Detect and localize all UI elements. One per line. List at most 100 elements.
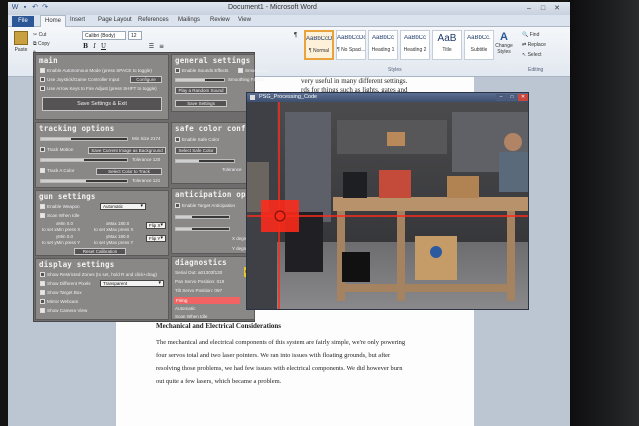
pixels-mode-select[interactable]: Transparent [100, 280, 164, 287]
flip-x-select[interactable]: Flip X [146, 222, 166, 229]
tab-insert[interactable]: Insert [70, 17, 85, 23]
mode-readout: Automatic [175, 306, 196, 311]
safe-color-checkbox[interactable]: Enable Safe Color [175, 137, 219, 142]
font-name-select[interactable]: Calibri (Body) [82, 31, 126, 40]
anticipation-panel: anticipation optio Enable Target Anticip… [171, 188, 260, 254]
tab-review[interactable]: Review [210, 17, 230, 23]
app-icon [250, 95, 255, 100]
anticipation-y-slider[interactable] [175, 227, 230, 231]
sound-effects-checkbox[interactable]: Enable Sounds Effects [175, 68, 228, 73]
reset-calibration-button[interactable]: Reset Calibration [74, 248, 126, 255]
maximize-icon[interactable]: □ [507, 94, 517, 101]
select-button[interactable]: ↖ Select [522, 52, 542, 58]
target-anticipation-checkbox[interactable]: Enable Target Anticipation [175, 203, 235, 208]
checkbox-box [40, 299, 45, 304]
save-settings-button[interactable]: Save Settings [175, 100, 227, 107]
bold-icon[interactable]: B [82, 43, 89, 51]
style-normal[interactable]: AaBbCcDc ¶ Normal [304, 30, 334, 60]
camera-window-controls: – □ ✕ [495, 94, 528, 101]
cut-label: Cut [38, 32, 47, 38]
checkbox-label: Show Different Pixels [47, 281, 91, 286]
random-sound-button[interactable]: Play a Random Sound [175, 87, 227, 94]
style-title[interactable]: AaB Title [432, 30, 462, 60]
display-settings-panel: display settings Show Restricted Zones (… [35, 258, 169, 320]
minimize-icon[interactable]: – [522, 3, 536, 14]
save-icon[interactable]: ▪ [21, 4, 29, 12]
restricted-zones-checkbox[interactable]: Show Restricted Zones (to set, hold R an… [40, 272, 157, 277]
configure-button[interactable]: Configure [130, 76, 162, 83]
checkbox-label: Enable Weapon [47, 204, 80, 209]
find-button[interactable]: 🔍 Find [522, 32, 539, 38]
different-pixels-checkbox[interactable]: Show Different Pixels [40, 281, 91, 286]
tolerance-color-slider[interactable] [40, 179, 128, 183]
style-heading-2[interactable]: AaBbCc Heading 2 [400, 30, 430, 60]
underline-icon[interactable]: U [100, 43, 107, 51]
safe-tolerance-slider[interactable] [175, 159, 235, 163]
mirror-webcam-checkbox[interactable]: Mirror Webcam [40, 299, 78, 304]
redo-icon[interactable]: ↷ [41, 4, 49, 12]
save-exit-button[interactable]: Save Settings & Exit [42, 97, 162, 111]
style-no-spacing[interactable]: AaBbCcDc ¶ No Spaci... [336, 30, 366, 60]
replace-button[interactable]: ⇄ Replace [522, 42, 546, 48]
tolerance-motion-slider[interactable] [40, 158, 128, 162]
paste-button[interactable]: Paste [12, 31, 30, 61]
checkbox-box [238, 68, 243, 73]
minimize-icon[interactable]: – [496, 94, 506, 101]
style-sample: AaBbCcDc [306, 36, 332, 42]
bullets-icon[interactable]: ☰ [148, 43, 155, 51]
tab-page-layout[interactable]: Page Layout [98, 17, 132, 23]
pan-servo-readout: Pan Servo Position: 019 [175, 279, 225, 284]
tab-mailings[interactable]: Mailings [178, 17, 200, 23]
target-box-checkbox[interactable]: Show Target Box [40, 290, 82, 295]
select-safe-color-button[interactable]: Select Safe Color [175, 147, 217, 154]
numbering-icon[interactable]: ≡ [158, 43, 165, 51]
maximize-icon[interactable]: □ [536, 3, 550, 14]
style-label: Title [442, 47, 452, 53]
font-size-select[interactable]: 12 [128, 31, 142, 40]
arrow-keys-checkbox[interactable]: Use Arrow Keys to Fire Adjust (press SHI… [40, 86, 157, 91]
tolerance-color-label: Tolerance 121 [132, 178, 161, 183]
tab-references[interactable]: References [138, 17, 169, 23]
anticipation-x-slider[interactable] [175, 215, 230, 219]
scan-idle-checkbox[interactable]: Scan When Idle [40, 213, 79, 218]
checkbox-box [40, 77, 45, 82]
copy-button[interactable]: ⧉ Copy [33, 41, 50, 47]
joystick-checkbox[interactable]: Use Joystick/Game Controller Input [40, 77, 119, 82]
flip-y-select[interactable]: Flip Y [146, 235, 166, 242]
select-track-color-button[interactable]: Select Color to Track [96, 168, 162, 175]
autonomous-mode-checkbox[interactable]: Enable Autonomous Mode (press SPACE to t… [40, 68, 152, 73]
checkbox-box [40, 272, 45, 277]
pilcrow-icon[interactable]: ¶ [292, 32, 299, 40]
camera-feed[interactable] [247, 102, 528, 309]
person-head [504, 133, 522, 151]
close-icon[interactable]: ✕ [518, 94, 528, 101]
track-color-checkbox[interactable]: Track A Color [40, 168, 74, 173]
undo-icon[interactable]: ↶ [31, 4, 39, 12]
tab-file[interactable]: File [12, 16, 34, 27]
monitor-bezel [568, 0, 639, 426]
min-size-slider[interactable] [40, 137, 128, 141]
camera-window[interactable]: PSG_Processing_Code – □ ✕ [246, 92, 529, 310]
style-subtitle[interactable]: AaBbCc. Subtitle [464, 30, 494, 60]
close-icon[interactable]: ✕ [550, 3, 564, 14]
paragraph-line: resolving those problems, we had few iss… [156, 365, 403, 372]
track-motion-checkbox[interactable]: Track Motion [40, 147, 73, 152]
title-bar: W ▪ ↶ ↷ Document1 - Microsoft Word – □ ✕ [8, 2, 570, 15]
smoothing-slider[interactable] [175, 78, 225, 82]
tab-view[interactable]: View [238, 17, 251, 23]
word-app-icon[interactable]: W [11, 4, 19, 12]
save-background-button[interactable]: Save Current Image as Background [88, 147, 166, 154]
style-heading-1[interactable]: AaBbCc Heading 1 [368, 30, 398, 60]
camera-title-bar[interactable]: PSG_Processing_Code – □ ✕ [247, 93, 528, 102]
enable-weapon-checkbox[interactable]: Enable Weapon [40, 204, 80, 209]
xmax-label: xMax 180.0 [106, 221, 130, 226]
italic-icon[interactable]: I [91, 43, 98, 51]
camera-view-checkbox[interactable]: Show Camera View [40, 308, 87, 313]
change-styles-button[interactable]: A Change Styles [494, 31, 514, 55]
slider-fill [176, 79, 205, 81]
fire-mode-select[interactable]: Automatic [100, 203, 146, 210]
checkbox-box [40, 213, 45, 218]
tab-home[interactable]: Home [40, 15, 67, 27]
smoothing-checkbox[interactable]: Smoothing [238, 68, 267, 73]
cut-button[interactable]: ✂ Cut [33, 32, 46, 38]
